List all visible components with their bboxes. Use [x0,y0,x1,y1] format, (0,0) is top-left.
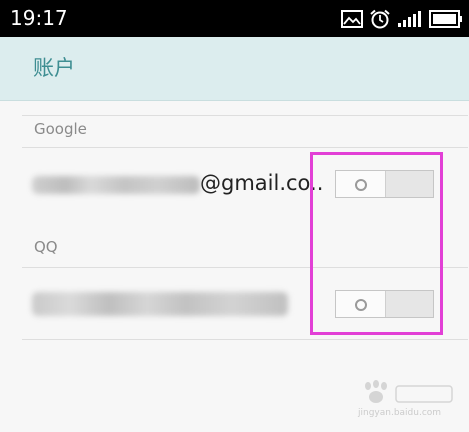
watermark-url: jingyan.baidu.com [358,408,442,418]
image-icon [341,10,363,28]
status-bar: 19:17 [0,0,469,37]
section-header-qq: QQ [34,238,58,256]
paw-icon [365,380,453,403]
section-divider [22,115,468,116]
highlight-annotation [310,152,443,335]
status-time: 19:17 [10,6,68,30]
page-title: 账户 [33,56,75,80]
action-bar: 账户 [0,37,469,101]
obscured-account-name [32,176,200,194]
battery-icon [429,10,462,28]
signal-icon [398,11,421,27]
section-divider [22,339,468,340]
watermark-logo: jingyan.baidu.com [352,378,460,424]
status-icons [341,8,463,30]
section-header-google: Google [34,120,87,138]
alarm-icon [370,9,390,29]
section-divider [22,147,468,148]
account-email-suffix: @gmail.co.. [200,171,324,195]
obscured-account-name [32,292,288,316]
